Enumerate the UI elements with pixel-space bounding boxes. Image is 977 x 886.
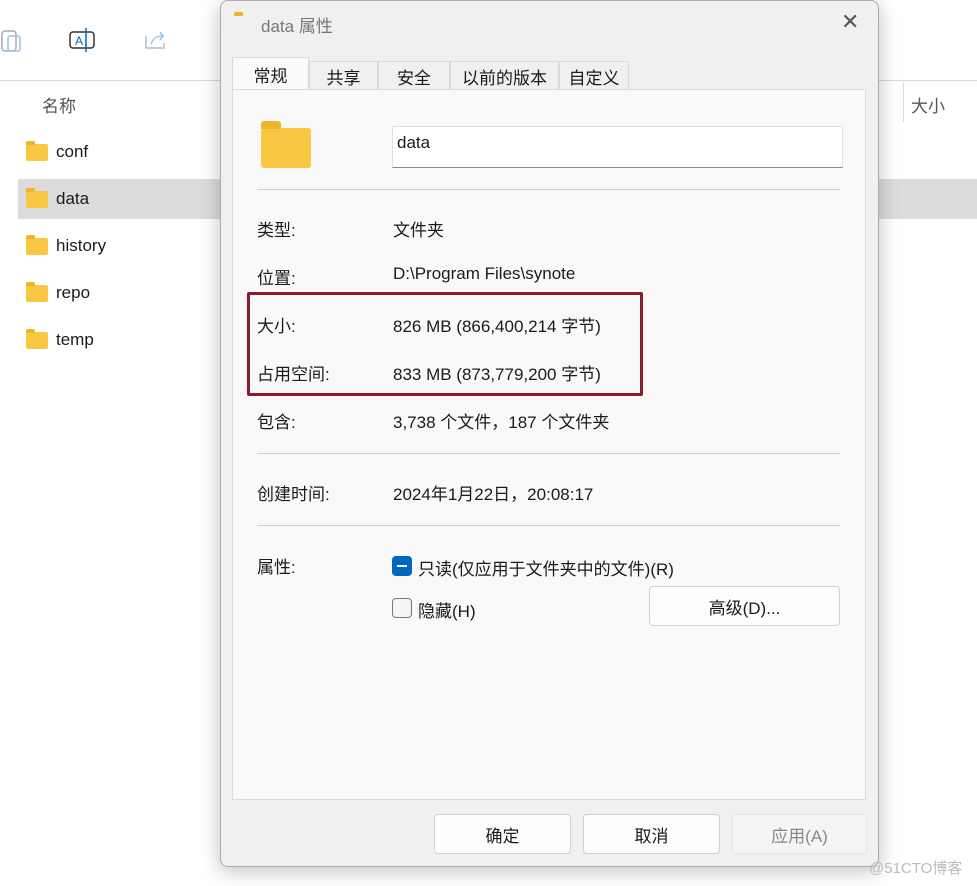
divider [257,453,840,454]
size-on-disk-value: 833 MB (873,779,200 字节) [393,365,601,384]
file-name: history [56,236,107,255]
file-name: repo [56,283,91,302]
dialog-title: data 属性 [261,17,333,36]
ok-button[interactable]: 确定 [434,814,571,854]
type-value: 文件夹 [393,221,444,240]
readonly-label[interactable]: 只读(仅应用于文件夹中的文件)(R) [418,555,674,580]
readonly-checkbox[interactable] [392,556,412,576]
share-icon[interactable] [142,26,170,54]
advanced-button[interactable]: 高级(D)... [649,586,840,626]
hidden-label[interactable]: 隐藏(H) [418,597,476,622]
tab-sharing[interactable]: 共享 [309,61,378,90]
folder-icon [26,187,48,208]
file-name: data [56,189,90,208]
file-name: temp [56,330,94,349]
apply-button[interactable]: 应用(A) [732,814,867,854]
folder-icon [26,328,48,349]
size-on-disk-label: 占用空间: [257,365,330,384]
location-value: D:\Program Files\synote [393,264,576,283]
large-folder-icon [261,121,311,168]
tab-customize[interactable]: 自定义 [559,61,629,90]
divider [257,189,840,190]
contains-label: 包含: [257,413,296,432]
close-button[interactable]: ✕ [841,9,859,35]
column-divider[interactable] [903,82,904,122]
created-label: 创建时间: [257,485,330,504]
created-value: 2024年1月22日，20:08:17 [393,485,594,504]
folder-icon [26,140,48,161]
paste-icon[interactable] [0,26,28,54]
attributes-label: 属性: [257,558,296,577]
size-label: 大小: [257,317,296,336]
rename-icon[interactable]: A [69,26,97,54]
hidden-checkbox[interactable] [392,598,412,618]
folder-icon [26,234,48,255]
type-label: 类型: [257,221,296,240]
column-header-name[interactable]: 名称 [42,92,76,117]
properties-dialog: data 属性 ✕ 常规 共享 安全 以前的版本 自定义 data 类型: 文件… [220,0,879,867]
cancel-button[interactable]: 取消 [583,814,720,854]
tab-general[interactable]: 常规 [232,57,309,91]
svg-text:A: A [75,34,83,48]
size-value: 826 MB (866,400,214 字节) [393,317,601,336]
column-header-size[interactable]: 大小 [911,92,945,117]
tab-previous-versions[interactable]: 以前的版本 [450,61,559,90]
tab-security[interactable]: 安全 [378,61,450,90]
location-label: 位置: [257,269,296,288]
contains-value: 3,738 个文件，187 个文件夹 [393,413,610,432]
watermark: @51CTO博客 [869,860,963,877]
divider [257,525,840,526]
general-panel: data 类型: 文件夹 位置: D:\Program Files\synote… [232,89,866,800]
file-name: conf [56,142,89,161]
folder-icon [26,281,48,302]
folder-name-input[interactable]: data [392,126,843,168]
